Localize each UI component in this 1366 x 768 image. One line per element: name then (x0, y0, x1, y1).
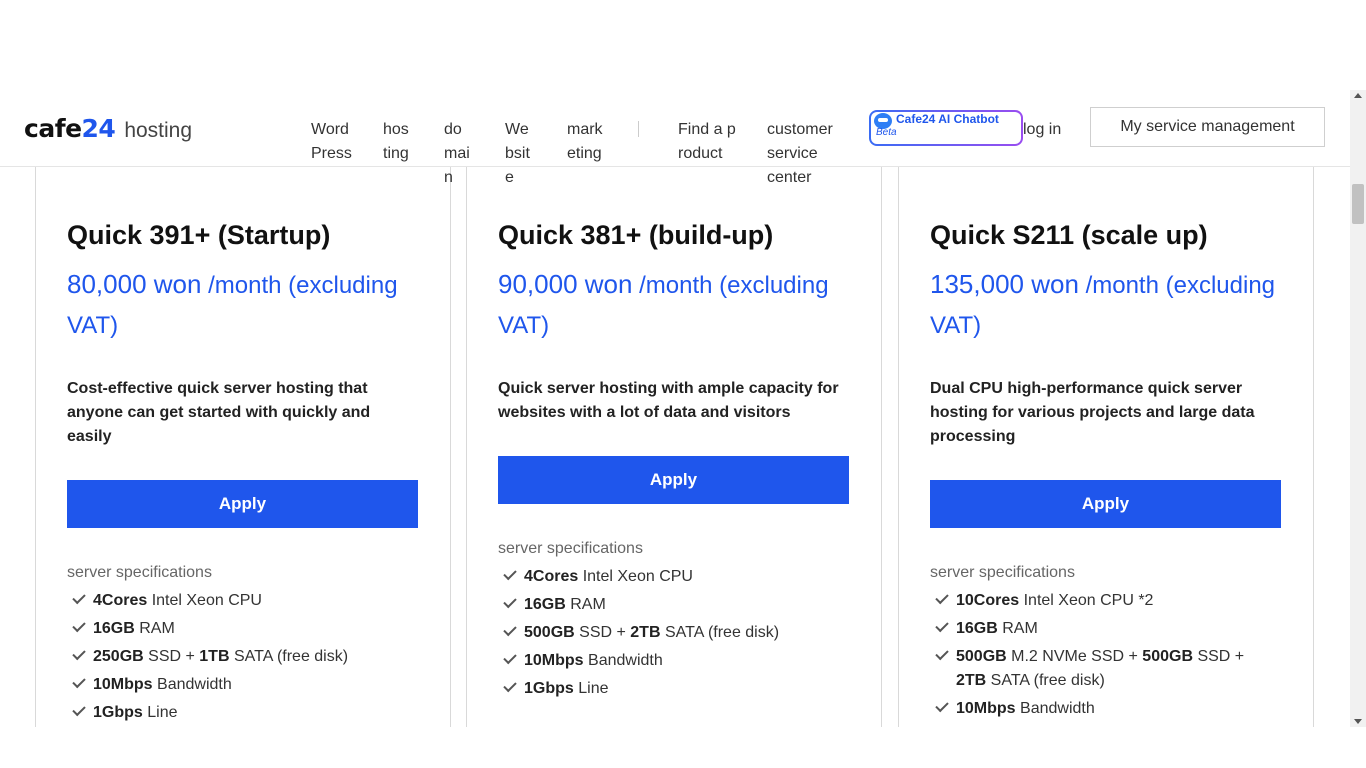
spec-item: 16GB RAM (67, 615, 427, 643)
plan-price: 80,000 won /month (excluding VAT) (67, 264, 417, 346)
price-amount: 80,000 won (67, 269, 202, 299)
spec-heading: server specifications (930, 564, 1075, 581)
check-icon (935, 590, 949, 605)
price-amount: 90,000 won (498, 269, 633, 299)
nav-customer-service[interactable]: customer service center (767, 118, 842, 190)
check-icon (935, 618, 949, 633)
plan-card-startup: Quick 391+ (Startup) 80,000 won /month (… (35, 120, 451, 740)
nav-website[interactable]: Website (505, 118, 536, 190)
plan-title: Quick 391+ (Startup) (67, 220, 331, 250)
blank-area (0, 0, 1350, 90)
spec-item: 4Cores Intel Xeon CPU (498, 563, 858, 591)
plan-description: Quick server hosting with ample capacity… (498, 380, 839, 421)
check-icon (503, 566, 517, 581)
price-amount: 135,000 won (930, 269, 1079, 299)
check-icon (503, 650, 517, 665)
spec-item: 16GB RAM (930, 615, 1250, 643)
scroll-down-arrow-icon[interactable] (1354, 719, 1362, 724)
apply-button[interactable]: Apply (498, 456, 849, 504)
spec-item: 4Cores Intel Xeon CPU (67, 587, 427, 615)
check-icon (72, 618, 86, 633)
nav-find-product[interactable]: Find a product (678, 118, 738, 166)
chatbot-beta-badge: Beta (876, 127, 897, 138)
apply-button[interactable]: Apply (67, 480, 418, 528)
plan-card-build-up: Quick 381+ (build-up) 90,000 won /month … (466, 120, 882, 740)
check-icon (503, 678, 517, 693)
spec-item: 500GB M.2 NVMe SSD + 500GB SSD + 2TB SAT… (930, 643, 1250, 695)
plan-description: Dual CPU high-performance quick server h… (930, 380, 1255, 445)
logo-text-24: 24 (81, 114, 116, 143)
check-icon (503, 622, 517, 637)
check-icon (72, 646, 86, 661)
spec-item: 10Mbps Bandwidth (67, 671, 427, 699)
spec-item: 250GB SSD + 1TB SATA (free disk) (67, 643, 427, 671)
check-icon (935, 698, 949, 713)
check-icon (72, 702, 86, 717)
chatbot-title: Cafe24 AI Chatbot (896, 112, 999, 126)
spec-heading: server specifications (67, 564, 212, 581)
nav-domain[interactable]: domain (444, 118, 474, 190)
my-service-management-button[interactable]: My service management (1090, 107, 1325, 147)
spec-item: 16GB RAM (498, 591, 858, 619)
nav-marketing[interactable]: marketing (567, 118, 607, 166)
check-icon (935, 646, 949, 661)
apply-button[interactable]: Apply (930, 480, 1281, 528)
plan-title: Quick S211 (scale up) (930, 220, 1208, 250)
nav-wordpress[interactable]: Word Press (311, 118, 353, 166)
spec-item: 500GB SSD + 2TB SATA (free disk) (498, 619, 858, 647)
cafe24-hosting-logo[interactable]: cafe 24 hosting (24, 114, 192, 143)
scroll-up-arrow-icon[interactable] (1354, 93, 1362, 98)
plan-description: Cost-effective quick server hosting that… (67, 380, 371, 445)
nav-hosting[interactable]: hosting (383, 118, 413, 166)
spec-item: 1Gbps Line (498, 675, 858, 703)
check-icon (72, 674, 86, 689)
plan-price: 90,000 won /month (excluding VAT) (498, 264, 848, 346)
login-link[interactable]: log in (1023, 118, 1061, 142)
check-icon (72, 590, 86, 605)
check-icon (503, 594, 517, 609)
site-header: cafe 24 hosting Word Press hosting domain … (0, 90, 1350, 186)
ai-chatbot-button[interactable]: Cafe24 AI Chatbot Beta (869, 110, 1023, 146)
nav-divider (638, 121, 639, 137)
page-scrollbar[interactable] (1350, 90, 1366, 727)
spec-item: 10Mbps Bandwidth (930, 695, 1250, 723)
spec-item: 1Gbps Line (67, 699, 427, 727)
spec-list: 4Cores Intel Xeon CPU 16GB RAM 500GB SSD… (498, 563, 858, 703)
plan-title: Quick 381+ (build-up) (498, 220, 774, 250)
logo-text-hosting: hosting (124, 119, 193, 142)
spec-item: 10Mbps Bandwidth (498, 647, 858, 675)
plan-card-scale-up: Quick S211 (scale up) 135,000 won /month… (898, 120, 1314, 740)
blank-area-bottom (0, 727, 1366, 768)
spec-item: 10Cores Intel Xeon CPU *2 (930, 587, 1250, 615)
spec-list: 4Cores Intel Xeon CPU 16GB RAM 250GB SSD… (67, 587, 427, 727)
logo-text-cafe: cafe (24, 114, 82, 143)
scroll-thumb[interactable] (1352, 184, 1364, 224)
spec-list: 10Cores Intel Xeon CPU *2 16GB RAM 500GB… (930, 587, 1250, 723)
plan-price: 135,000 won /month (excluding VAT) (930, 264, 1280, 346)
spec-heading: server specifications (498, 540, 643, 557)
